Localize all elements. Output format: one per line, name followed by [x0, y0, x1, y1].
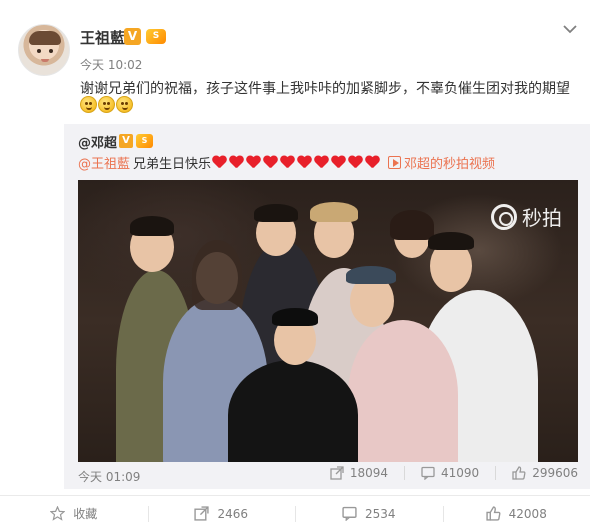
author-name[interactable]: 王祖藍: [80, 27, 125, 48]
heart-emoji-icon: [331, 156, 346, 169]
comment-button[interactable]: 2534: [295, 496, 443, 531]
miaopai-watermark: 秒拍: [491, 202, 562, 231]
chevron-down-icon[interactable]: [562, 22, 578, 36]
comment-count: 2534: [364, 506, 396, 521]
comment-icon: [342, 506, 357, 521]
repost-time[interactable]: 今天 01:09: [78, 468, 140, 485]
mention-link[interactable]: @王祖藍: [78, 153, 130, 172]
comment-icon: [421, 466, 435, 480]
share-icon: [194, 506, 210, 521]
post-text: 谢谢兄弟们的祝福，孩子这件事上我咔咔的加紧脚步，不辜负催生团对我的期望: [80, 81, 570, 97]
like-count: 42008: [508, 506, 547, 521]
miaopai-logo-icon: [491, 203, 517, 230]
watermark-text: 秒拍: [522, 206, 562, 230]
thumbs-up-icon: [512, 466, 526, 480]
like-button[interactable]: 42008: [442, 496, 590, 531]
heart-emoji-icon: [263, 156, 278, 169]
repost-text: @王祖藍 兄弟生日快乐 邓超的秒拍视频: [78, 152, 495, 172]
verified-badge-icon: V: [124, 28, 141, 45]
repost-author[interactable]: @邓超: [78, 132, 117, 151]
video-link-icon: [388, 155, 402, 169]
weibo-post-card: 王祖藍 V S 今天 10:02 谢谢兄弟们的祝福，孩子这件事上我咔咔的加紧脚步…: [0, 0, 590, 531]
reposted-weibo: @邓超 V S @王祖藍 兄弟生日快乐 邓超的秒拍视频 秒拍 今天 01:09 …: [64, 124, 590, 489]
repost-share-button[interactable]: 18094: [330, 466, 388, 480]
thumbs-up-icon: [486, 506, 501, 521]
heart-emoji-icon: [280, 156, 295, 169]
member-level-icon: S: [146, 29, 166, 44]
author-avatar[interactable]: [18, 24, 70, 76]
heart-emoji-icon: [297, 156, 312, 169]
video-link[interactable]: 邓超的秒拍视频: [388, 153, 495, 172]
repost-comment-button[interactable]: 41090: [421, 466, 479, 480]
video-link-label: 邓超的秒拍视频: [404, 156, 496, 172]
heart-emoji-icon: [348, 156, 363, 169]
heart-emoji-icon: [365, 156, 380, 169]
repost-message: 兄弟生日快乐: [133, 156, 212, 172]
share-icon: [330, 466, 344, 480]
heart-emoji-icon: [246, 156, 261, 169]
repost-like-count: 299606: [532, 466, 578, 480]
share-button[interactable]: 2466: [147, 496, 296, 531]
repost-comment-count: 41090: [441, 466, 480, 480]
action-bar: 收藏 2466 2534 42008: [0, 496, 590, 531]
share-count: 2466: [217, 506, 249, 521]
favorite-label: 收藏: [73, 507, 98, 521]
video-player[interactable]: 秒拍: [78, 180, 578, 462]
heart-emoji-icon: [212, 156, 227, 169]
verified-badge-icon: V: [119, 134, 133, 148]
member-level-icon: S: [136, 134, 153, 148]
post-time[interactable]: 今天 10:02: [80, 56, 142, 73]
repost-share-count: 18094: [349, 466, 388, 480]
heart-emoji-icon: [314, 156, 329, 169]
repost-stats: 18094 41090 299606: [314, 466, 578, 480]
emoji-group: [80, 96, 133, 116]
heart-emoji-icon: [229, 156, 244, 169]
repost-like-button[interactable]: 299606: [512, 466, 578, 480]
grin-emoji-icon: [80, 96, 97, 113]
grin-emoji-icon: [116, 96, 133, 113]
grin-emoji-icon: [98, 96, 115, 113]
heart-emoji-group: [212, 156, 382, 169]
favorite-button[interactable]: 收藏: [0, 496, 148, 531]
favorite-icon: [50, 506, 66, 521]
